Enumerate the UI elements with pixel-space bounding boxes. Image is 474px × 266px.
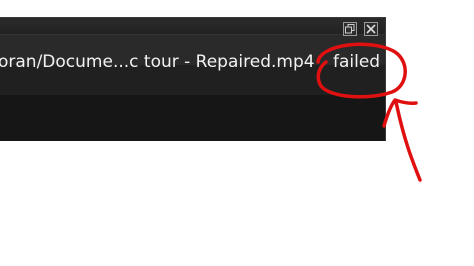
screenshot-stage: oran/Docume...c tour - Repaired.mp4 fail… bbox=[0, 0, 474, 266]
download-file-path: oran/Docume...c tour - Repaired.mp4 bbox=[0, 52, 315, 72]
download-panel bbox=[0, 17, 386, 141]
restore-button[interactable] bbox=[343, 22, 357, 36]
annotation-arrow-shaft bbox=[394, 100, 422, 182]
close-window-icon bbox=[366, 24, 376, 34]
close-button[interactable] bbox=[364, 22, 378, 36]
annotation-arrow-head bbox=[382, 98, 418, 128]
restore-window-icon bbox=[345, 24, 355, 34]
panel-empty-area bbox=[0, 95, 385, 141]
panel-title-bar bbox=[0, 18, 385, 35]
download-status-text: failed bbox=[333, 52, 381, 72]
